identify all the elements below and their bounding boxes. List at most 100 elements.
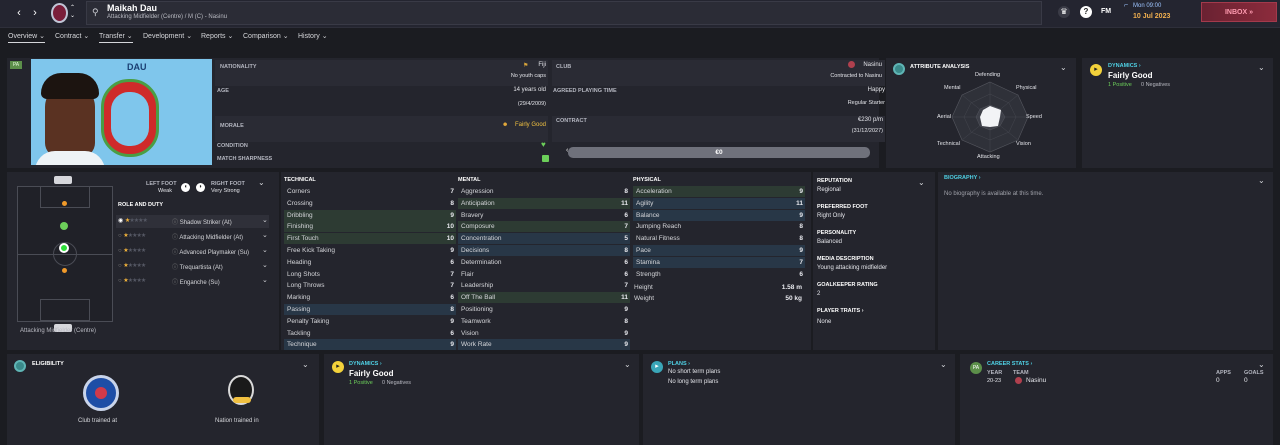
attribute-name: Bravery <box>461 211 484 219</box>
tab-contract[interactable]: Contract ⌄ <box>55 32 89 40</box>
position-dot-mc-selected[interactable] <box>59 243 69 253</box>
attribute-row[interactable]: Technique 9 <box>284 339 456 351</box>
attribute-row[interactable]: Vision 9 <box>458 328 630 339</box>
tab-overview[interactable]: Overview ⌄ <box>8 32 45 43</box>
plans-title[interactable]: PLANS › <box>668 361 690 367</box>
nationality-value[interactable]: Fiji <box>500 62 546 68</box>
player-traits-label[interactable]: PLAYER TRAITS › <box>817 308 864 314</box>
attribute-row[interactable]: Leadership 7 <box>458 280 630 291</box>
attribute-row[interactable]: Strength 6 <box>633 269 805 280</box>
dynamics-icon: ▸ <box>332 361 344 373</box>
chevron-down-icon[interactable]: ⌄ <box>1258 360 1265 369</box>
position-dot-dm[interactable] <box>62 268 67 273</box>
dynamics-bottom-title[interactable]: DYNAMICS › <box>349 361 382 367</box>
role-row-0[interactable]: ◉ ★★★★★ <box>118 217 148 224</box>
attribute-value: 9 <box>624 329 628 337</box>
preferred-foot-label: PREFERRED FOOT <box>817 204 868 210</box>
role-row-1[interactable]: ○ ★★★★★ <box>118 232 146 239</box>
attribute-row[interactable]: Free Kick Taking 9 <box>284 245 456 256</box>
forward-arrow-icon[interactable]: › <box>28 6 42 20</box>
career-stats-title[interactable]: CAREER STATS › <box>987 361 1032 367</box>
career-team[interactable]: Nasinu <box>1026 377 1046 384</box>
club-crest-icon[interactable] <box>51 3 68 23</box>
attribute-row[interactable]: Dribbling 9 <box>284 209 456 221</box>
info-icon: ⓘ <box>172 250 179 256</box>
attribute-row[interactable]: Finishing 10 <box>284 221 456 233</box>
attribute-row[interactable]: Penalty Taking 9 <box>284 316 456 327</box>
continue-icon[interactable]: ⌐ <box>1124 2 1128 9</box>
attribute-row[interactable]: Determination 6 <box>458 257 630 268</box>
club-value[interactable]: Nasinu <box>830 62 882 68</box>
chevron-down-icon[interactable]: ⌄ <box>302 360 309 369</box>
morale-value[interactable]: Fairly Good <box>470 122 546 128</box>
role-row-4[interactable]: ○ ★★★★★ <box>118 277 146 284</box>
attribute-row[interactable]: Pace 9 <box>633 245 805 256</box>
chevron-down-icon[interactable]: ⌄ <box>262 276 268 284</box>
back-arrow-icon[interactable]: ‹ <box>12 6 26 20</box>
chevron-down-icon[interactable]: ⌄ <box>258 178 265 187</box>
attribute-row[interactable]: Long Shots 7 <box>284 269 456 280</box>
attribute-row[interactable]: Agility 11 <box>633 197 805 209</box>
attribute-row[interactable]: Bravery 6 <box>458 210 630 221</box>
position-dot-st[interactable] <box>62 201 67 206</box>
search-bar[interactable] <box>86 1 1042 25</box>
attribute-row[interactable]: Teamwork 8 <box>458 316 630 327</box>
attribute-row[interactable]: Tackling 6 <box>284 328 456 339</box>
search-icon[interactable]: ⚲ <box>92 7 99 18</box>
attribute-row[interactable]: Work Rate 9 <box>458 339 630 351</box>
role-row-2[interactable]: ○ ★★★★★ <box>118 247 146 254</box>
chevron-down-icon[interactable]: ⌄ <box>918 178 925 187</box>
attribute-row[interactable]: Decisions 8 <box>458 245 630 256</box>
attribute-row[interactable]: Concentration 5 <box>458 233 630 245</box>
help-icon[interactable]: ? <box>1080 6 1092 18</box>
position-dot-amc[interactable] <box>60 222 68 230</box>
chevron-down-icon[interactable]: ⌄ <box>1258 176 1265 185</box>
attribute-row[interactable]: Balance 9 <box>633 209 805 221</box>
tab-development[interactable]: Development ⌄ <box>143 32 192 40</box>
attribute-value: 6 <box>450 258 454 266</box>
attribute-row[interactable]: Heading 6 <box>284 257 456 268</box>
chevron-down-icon[interactable]: ⌄ <box>1060 63 1067 72</box>
attribute-row[interactable]: Positioning 9 <box>458 304 630 315</box>
attribute-row[interactable]: Acceleration 9 <box>633 186 805 197</box>
chevron-down-icon[interactable]: ⌄ <box>262 261 268 269</box>
attribute-row[interactable]: Off The Ball 11 <box>458 292 630 304</box>
fm-logo[interactable]: FM <box>1101 8 1111 15</box>
attribute-row[interactable]: Natural Fitness 8 <box>633 233 805 244</box>
attribute-row[interactable]: Anticipation 11 <box>458 197 630 209</box>
inbox-button[interactable]: INBOX » <box>1201 2 1277 22</box>
nation-trained-crest-icon[interactable] <box>228 375 254 405</box>
attribute-row[interactable]: Jumping Reach 8 <box>633 221 805 232</box>
attribute-value: 6 <box>624 258 628 266</box>
chevron-updown-icon[interactable]: ⌃ ⌄ <box>70 4 75 20</box>
attribute-row[interactable]: Crossing 8 <box>284 198 456 209</box>
attribute-row[interactable]: Corners 7 <box>284 186 456 197</box>
attribute-value: 8 <box>799 223 803 231</box>
chevron-down-icon[interactable]: ⌄ <box>262 216 268 224</box>
role-row-3[interactable]: ○ ★★★★★ <box>118 262 146 269</box>
tab-reports[interactable]: Reports ⌄ <box>201 32 233 40</box>
attribute-row[interactable]: Composure 7 <box>458 221 630 233</box>
attribute-row[interactable]: Stamina 7 <box>633 256 805 268</box>
attribute-value: 5 <box>624 235 628 243</box>
biography-title[interactable]: BIOGRAPHY › <box>944 175 981 181</box>
chevron-down-icon[interactable]: ⌄ <box>624 360 631 369</box>
attribute-value: 8 <box>799 235 803 243</box>
chevron-down-icon[interactable]: ⌄ <box>1258 63 1265 72</box>
chevron-down-icon[interactable]: ⌄ <box>262 231 268 239</box>
condition-label: CONDITION <box>217 143 248 149</box>
attribute-row[interactable]: Long Throws 7 <box>284 280 456 291</box>
attribute-row[interactable]: First Touch 10 <box>284 233 456 245</box>
tab-transfer[interactable]: Transfer ⌄ <box>99 32 133 43</box>
tab-history[interactable]: History ⌄ <box>298 32 328 40</box>
chevron-down-icon[interactable]: ⌄ <box>262 246 268 254</box>
attribute-row[interactable]: Aggression 8 <box>458 186 630 197</box>
attribute-row[interactable]: Passing 8 <box>284 304 456 315</box>
tab-comparison[interactable]: Comparison ⌄ <box>243 32 289 40</box>
trophy-icon[interactable]: ♛ <box>1058 6 1070 18</box>
attribute-row[interactable]: Flair 6 <box>458 269 630 280</box>
club-trained-crest-icon[interactable] <box>83 375 119 411</box>
dynamics-title[interactable]: DYNAMICS › <box>1108 63 1141 69</box>
attribute-row[interactable]: Marking 6 <box>284 292 456 303</box>
chevron-down-icon[interactable]: ⌄ <box>940 360 947 369</box>
